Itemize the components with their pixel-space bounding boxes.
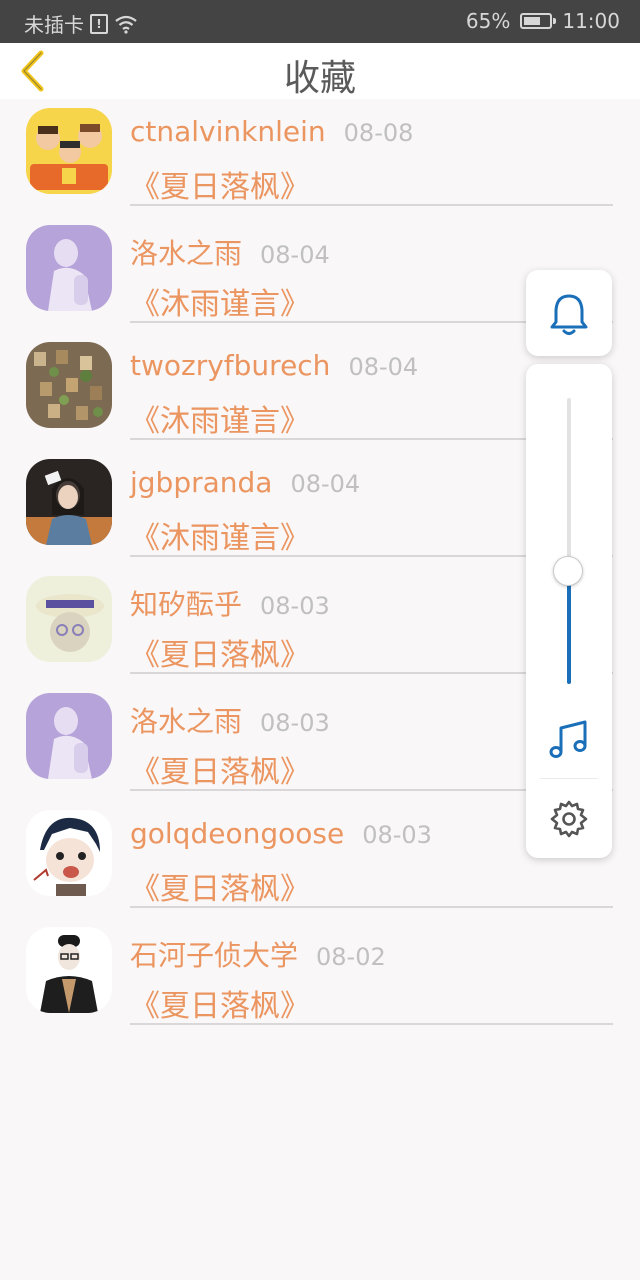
purple-girl-avatar[interactable] — [26, 693, 112, 779]
article-title[interactable]: 《沐雨谨言》 — [130, 279, 310, 323]
carrier-text: 未插卡 — [24, 13, 84, 37]
username[interactable]: 洛水之雨 — [130, 700, 242, 740]
woman-window-avatar[interactable] — [26, 459, 112, 545]
bell-icon — [550, 294, 588, 335]
article-title[interactable]: 《夏日落枫》 — [130, 630, 310, 674]
battery-level-fill — [524, 17, 541, 25]
hat-girl-avatar[interactable] — [26, 576, 112, 662]
birdhouse-wall-avatar[interactable] — [26, 342, 112, 428]
man-beanie-avatar[interactable] — [26, 927, 112, 1013]
article-title[interactable]: 《沐雨谨言》 — [130, 396, 310, 440]
divider — [130, 906, 613, 908]
date-label: 08-02 — [316, 943, 386, 971]
status-bar: 未插卡 ! 65% 11:00 — [0, 0, 640, 43]
date-label: 08-04 — [348, 353, 419, 381]
article-title[interactable]: 《夏日落枫》 — [130, 162, 310, 206]
article-title[interactable]: 《沐雨谨言》 — [130, 513, 310, 557]
username[interactable]: 石河子侦大学 — [130, 934, 298, 974]
music-note-icon — [549, 720, 587, 758]
article-title[interactable]: 《夏日落枫》 — [130, 981, 310, 1025]
username[interactable]: jgbpranda — [130, 466, 272, 499]
username[interactable]: 知矽酝乎 — [130, 583, 242, 623]
page-title: 收藏 — [283, 58, 356, 99]
volume-slider-fill — [567, 570, 571, 684]
username[interactable]: twozryfburech — [130, 349, 330, 382]
list-item[interactable]: ctnalvinknlein 08-08 《夏日落枫》 — [0, 99, 640, 216]
battery-icon — [520, 13, 557, 29]
sim-alert-icon: ! — [90, 13, 108, 34]
username[interactable]: golqdeongoose — [130, 817, 344, 850]
wifi-icon — [115, 15, 137, 34]
list-item[interactable]: 石河子侦大学 08-02 《夏日落枫》 — [0, 918, 640, 1035]
date-label: 08-03 — [362, 821, 432, 849]
panel-divider — [540, 778, 598, 779]
anime-face-avatar[interactable] — [26, 810, 112, 896]
status-right: 65% 11:00 — [466, 9, 620, 33]
date-label: 08-03 — [260, 709, 330, 737]
date-label: 08-03 — [260, 592, 330, 620]
article-title[interactable]: 《夏日落枫》 — [130, 864, 310, 908]
volume-slider[interactable] — [553, 398, 583, 684]
battery-percent: 65% — [465, 9, 511, 33]
divider — [130, 204, 613, 206]
purple-girl-avatar[interactable] — [26, 225, 112, 311]
volume-panel — [526, 364, 612, 858]
article-title[interactable]: 《夏日落枫》 — [130, 747, 310, 791]
clock-text: 11:00 — [562, 9, 620, 33]
media-volume-button[interactable] — [547, 718, 591, 762]
username[interactable]: 洛水之雨 — [130, 232, 242, 272]
gear-icon — [550, 800, 588, 838]
ringtone-button[interactable] — [526, 270, 612, 356]
status-left: 未插卡 ! — [24, 9, 138, 38]
date-label: 08-04 — [290, 470, 361, 498]
family-cartoon-avatar[interactable] — [26, 108, 112, 194]
divider — [130, 1023, 613, 1025]
app-header: 收藏 — [0, 43, 640, 99]
username[interactable]: ctnalvinknlein — [130, 115, 326, 148]
volume-slider-thumb[interactable] — [553, 556, 583, 586]
date-label: 08-08 — [343, 119, 414, 147]
date-label: 08-04 — [260, 241, 330, 269]
sound-settings-button[interactable] — [548, 798, 590, 840]
